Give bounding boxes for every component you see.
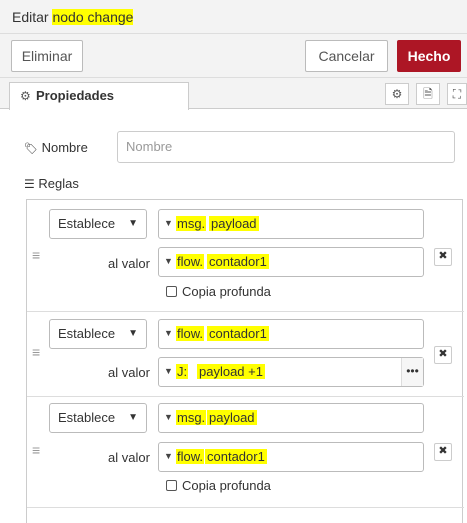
value-type: flow. <box>176 254 205 269</box>
expand-editor-button[interactable]: ••• <box>401 358 423 386</box>
tab-properties[interactable]: ⚙ Propiedades <box>9 82 189 110</box>
value-typed-input[interactable]: ▼ J: payload +1 ••• <box>158 357 424 387</box>
caret-down-icon: ▼ <box>164 366 173 376</box>
caret-down-icon: ▼ <box>164 256 173 266</box>
action-select-value: Establece <box>58 216 116 231</box>
value-typed-input[interactable]: ▼ flow. contador1 <box>158 442 424 472</box>
description-icon[interactable]: 🗎 <box>416 83 440 105</box>
checkbox-box[interactable] <box>166 480 177 491</box>
chevron-down-icon: ▼ <box>128 218 138 229</box>
drag-handle-icon[interactable]: ≡ <box>32 248 44 262</box>
rule-item: ≡ Establece ▼ ▼ msg. payload al valor ▼ … <box>28 200 463 311</box>
target-typed-input[interactable]: ▼ flow. contador1 <box>158 319 424 349</box>
target-value: contador1 <box>207 326 269 341</box>
action-select-value: Establece <box>58 326 116 341</box>
value-label: al valor <box>108 450 150 465</box>
drag-handle-icon[interactable]: ≡ <box>32 345 44 359</box>
rules-label-row: ☰ Reglas <box>24 176 79 191</box>
tray-title: Editar nodo change <box>12 9 134 25</box>
target-typed-input[interactable]: ▼ msg. payload <box>158 403 424 433</box>
name-label-row: 🏷 Nombre <box>24 140 88 155</box>
tray-header: Editar nodo change <box>0 0 467 34</box>
value-type: J: <box>176 364 189 379</box>
action-select-value: Establece <box>58 410 116 425</box>
value-label: al valor <box>108 365 150 380</box>
target-typed-input[interactable]: ▼ msg. payload <box>158 209 424 239</box>
checkbox-box[interactable] <box>166 286 177 297</box>
close-icon[interactable]: ✖ <box>434 346 452 364</box>
target-type: flow. <box>176 326 205 341</box>
deep-copy-checkbox[interactable]: Copia profunda <box>166 478 271 493</box>
deep-copy-label: Copia profunda <box>182 284 271 299</box>
title-prefix: Editar <box>12 9 53 25</box>
chevron-down-icon: ▼ <box>128 412 138 423</box>
value-value: contador1 <box>205 449 267 464</box>
caret-down-icon: ▼ <box>164 218 173 228</box>
gear-icon: ⚙ <box>20 89 31 103</box>
caret-down-icon: ▼ <box>164 412 173 422</box>
value-typed-input[interactable]: ▼ flow. contador1 <box>158 247 424 277</box>
rule-divider <box>27 507 464 508</box>
target-value: payload <box>209 216 259 231</box>
list-icon: ☰ <box>24 177 35 191</box>
close-icon[interactable]: ✖ <box>434 443 452 461</box>
rules-list: ≡ Establece ▼ ▼ msg. payload al valor ▼ … <box>26 199 464 523</box>
target-type: msg. <box>176 410 207 425</box>
rule-item: ≡ Establece ▼ ▼ flow. contador1 al valor… <box>28 312 463 396</box>
close-icon[interactable]: ✖ <box>434 248 452 266</box>
value-value: contador1 <box>207 254 269 269</box>
deep-copy-label: Copia profunda <box>182 478 271 493</box>
rules-label: Reglas <box>38 176 79 191</box>
action-select[interactable]: Establece ▼ <box>49 319 147 349</box>
tab-properties-label: Propiedades <box>36 88 115 103</box>
value-label: al valor <box>108 256 150 271</box>
delete-button[interactable]: Eliminar <box>11 40 83 72</box>
value-type: flow. <box>176 449 205 464</box>
name-label: Nombre <box>41 140 88 155</box>
target-value: payload <box>207 410 257 425</box>
action-select[interactable]: Establece ▼ <box>49 403 147 433</box>
appearance-icon[interactable]: ⛶ <box>447 83 467 105</box>
caret-down-icon: ▼ <box>164 328 173 338</box>
value-value: payload +1 <box>197 364 265 379</box>
drag-handle-icon[interactable]: ≡ <box>32 443 44 457</box>
tag-icon: 🏷 <box>24 143 38 155</box>
caret-down-icon: ▼ <box>164 451 173 461</box>
settings-gear-icon[interactable]: ⚙ <box>385 83 409 105</box>
rule-item: ≡ Establece ▼ ▼ msg. payload al valor ▼ … <box>28 397 463 507</box>
target-type: msg. <box>176 216 207 231</box>
name-field[interactable]: Nombre <box>117 131 455 163</box>
chevron-down-icon: ▼ <box>128 328 138 339</box>
cancel-button[interactable]: Cancelar <box>305 40 388 72</box>
title-node: nodo change <box>52 9 134 25</box>
action-select[interactable]: Establece ▼ <box>49 209 147 239</box>
deep-copy-checkbox[interactable]: Copia profunda <box>166 284 271 299</box>
done-button[interactable]: Hecho <box>397 40 461 72</box>
